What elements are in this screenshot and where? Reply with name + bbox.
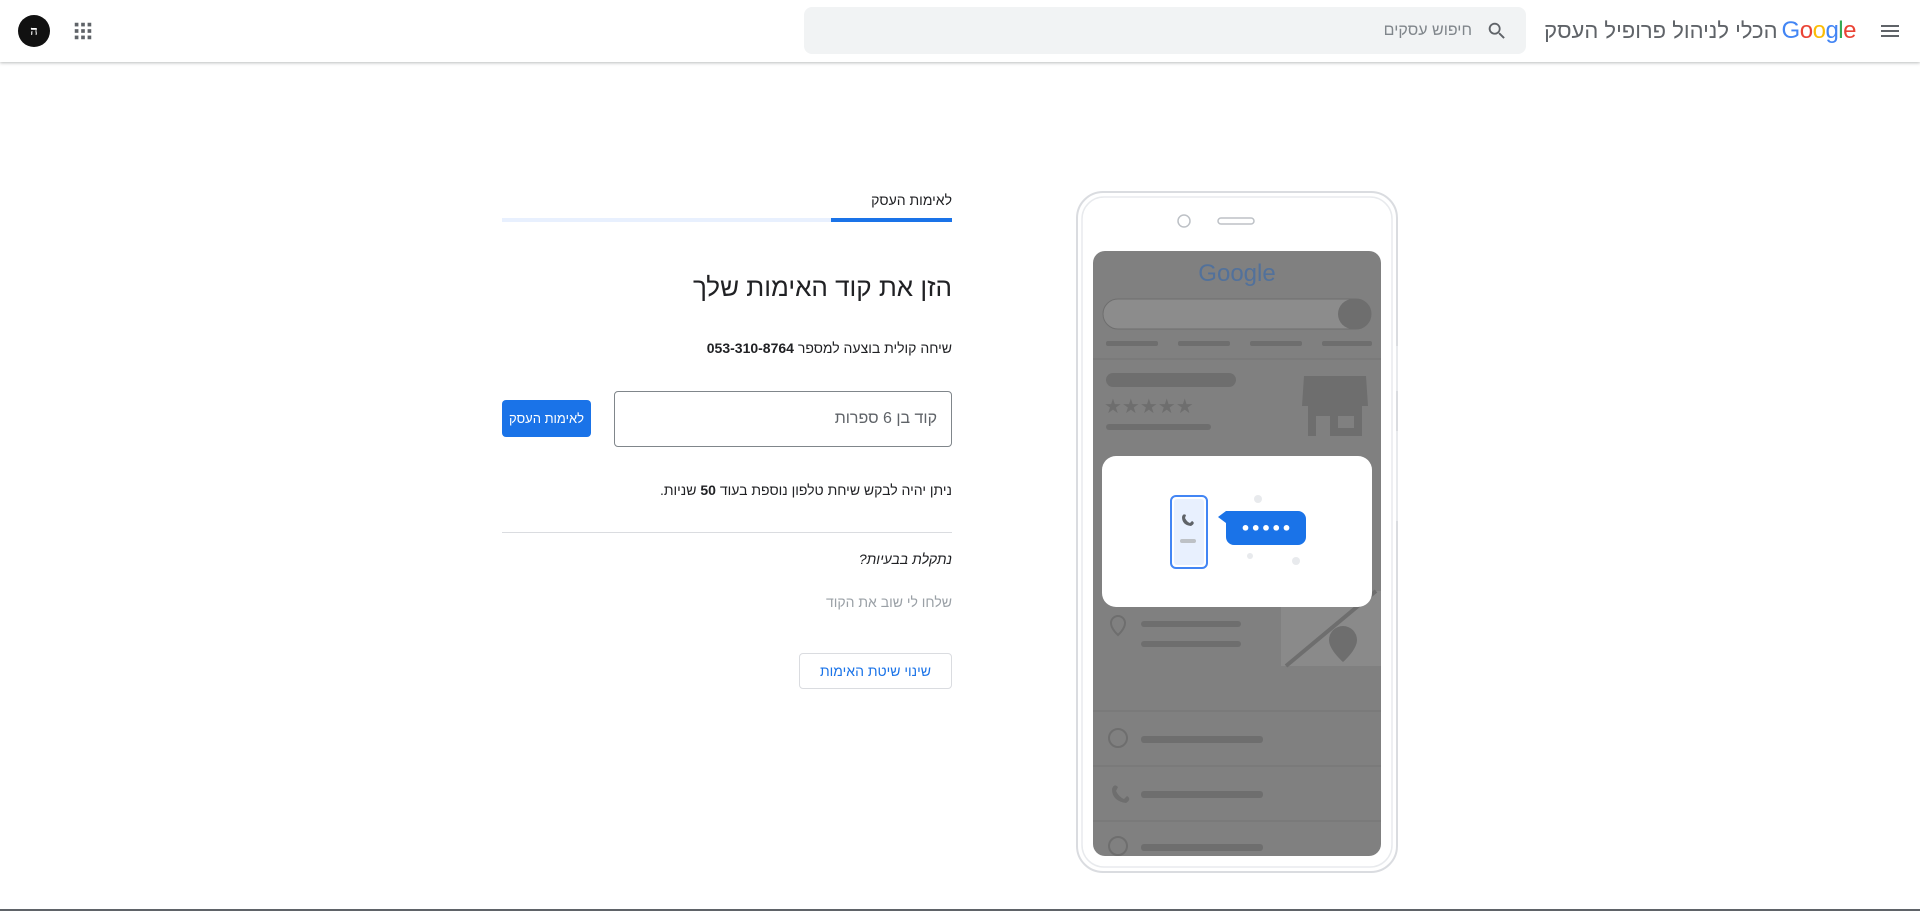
resend-prefix: ניתן יהיה לבקש שיחת טלפון נוספת בעוד <box>719 482 952 498</box>
search-input[interactable] <box>872 7 1472 54</box>
call-info-prefix: שיחה קולית בוצעה למספר <box>797 340 952 356</box>
hamburger-menu-icon[interactable] <box>1878 19 1902 43</box>
svg-text:★★★★★: ★★★★★ <box>1104 394 1194 418</box>
code-bubble-dots: ••••• <box>1240 519 1291 538</box>
progress-bar-fill <box>830 218 952 222</box>
google-logo: Google <box>1781 17 1857 44</box>
divider <box>502 532 952 533</box>
progress-bar <box>502 218 952 222</box>
change-verification-method-button[interactable]: שינוי שיטת האימות <box>799 653 952 689</box>
resend-code-link[interactable]: שלחו לי שוב את הקוד <box>826 594 952 610</box>
business-search-box[interactable] <box>804 7 1526 54</box>
product-title: הכלי לניהול פרופיל העסק <box>1544 18 1778 43</box>
verify-business-button[interactable]: לאימות העסק <box>502 400 591 437</box>
page-title: הזן את קוד האימות שלך <box>692 272 952 302</box>
product-brand[interactable]: Google הכלי לניהול פרופיל העסק <box>1544 14 1856 48</box>
illustration-google-logo: Google <box>1198 260 1275 287</box>
top-app-bar: Google הכלי לניהול פרופיל העסק ה <box>0 0 1920 62</box>
phone-number: 053-310-8764 <box>706 340 794 356</box>
resend-suffix: שניות. <box>659 482 697 498</box>
search-icon[interactable] <box>1486 20 1508 42</box>
resend-seconds: 50 <box>700 482 716 498</box>
step-label: לאימות העסק <box>871 192 952 208</box>
apps-grid-icon[interactable] <box>72 20 94 42</box>
resend-timer-text: ניתן יהיה לבקש שיחת טלפון נוספת בעוד 50 … <box>660 482 952 498</box>
call-info-text: שיחה קולית בוצעה למספר 053-310-8764 <box>707 340 952 356</box>
phone-verification-illustration: Google ★★★★★ ••••• <box>1076 191 1398 873</box>
account-avatar[interactable]: ה <box>18 15 50 47</box>
trouble-heading: נתקלת בבעיות? <box>858 551 952 567</box>
verification-code-input[interactable] <box>614 391 952 447</box>
